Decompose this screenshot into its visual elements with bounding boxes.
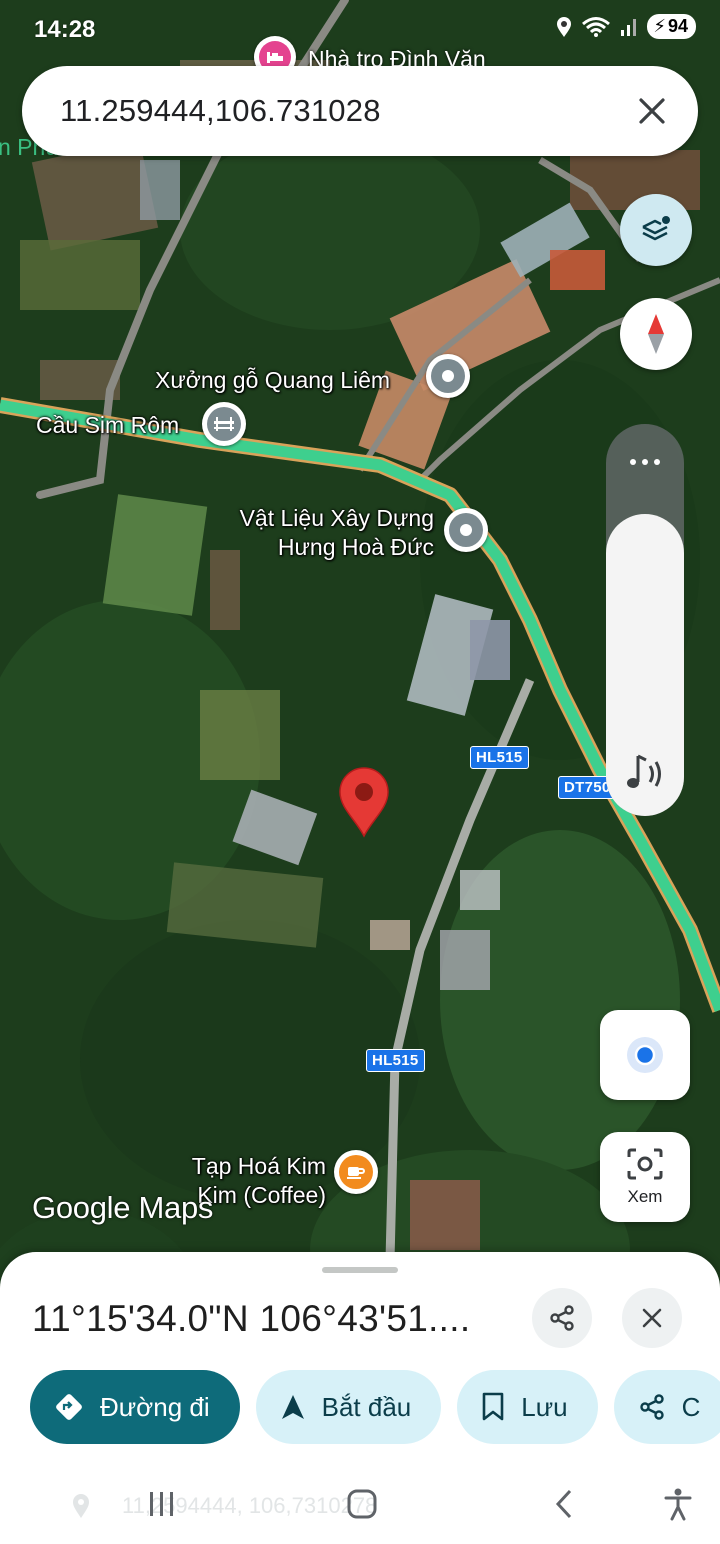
lens-view-button[interactable]: Xem: [600, 1132, 690, 1222]
close-sheet-button[interactable]: [622, 1288, 682, 1348]
search-bar[interactable]: 11.259444,106.731028: [22, 66, 698, 156]
share-icon: [550, 1305, 574, 1331]
recent-apps-icon: [150, 1492, 173, 1516]
navigation-arrow-icon: [281, 1395, 304, 1419]
cafe-poi-icon[interactable]: [334, 1150, 378, 1194]
road-label: HL515: [366, 1049, 425, 1072]
coordinates-title: 11°15'34.0"N 106°43'51....: [32, 1298, 471, 1339]
share-chip-button[interactable]: C: [613, 1370, 720, 1444]
battery-level: 94: [667, 16, 688, 36]
poi-label-cau-sim-rom[interactable]: Cầu Sim Rôm: [36, 411, 179, 440]
home-icon: [347, 1489, 377, 1519]
place-poi-icon[interactable]: [426, 354, 470, 398]
back-icon: [555, 1489, 572, 1519]
view-button-label: Xem: [627, 1187, 663, 1206]
action-chips: Đường đi Bắt đầu Lưu C: [30, 1370, 720, 1444]
directions-button[interactable]: Đường đi: [30, 1370, 240, 1444]
charging-bolt-icon: ⚡: [653, 16, 666, 36]
save-button[interactable]: Lưu: [457, 1370, 598, 1444]
more-horizontal-icon: [630, 459, 660, 465]
status-icons: ⚡ 94: [555, 14, 696, 39]
system-navigation-bar: [0, 1464, 720, 1544]
status-bar: 14:28 ⚡ 94: [0, 0, 720, 62]
recent-apps-button[interactable]: [122, 1464, 202, 1544]
road-label: HL515: [470, 746, 529, 769]
wifi-icon: [582, 16, 611, 37]
share-button[interactable]: [532, 1288, 592, 1348]
poi-label-vat-lieu[interactable]: Vật Liệu Xây Dựng Hưng Hoà Đức: [200, 504, 434, 562]
location-status-icon: [557, 16, 572, 37]
back-button[interactable]: [524, 1464, 604, 1544]
signal-icon: [621, 18, 637, 36]
bridge-poi-icon[interactable]: [202, 402, 246, 446]
directions-label: Đường đi: [100, 1391, 210, 1422]
volume-panel[interactable]: [606, 424, 684, 816]
my-location-icon: [627, 1037, 663, 1073]
layers-icon: [642, 216, 670, 241]
clear-search-button[interactable]: [612, 71, 692, 151]
bookmark-icon: [482, 1392, 504, 1421]
accessibility-icon: [664, 1488, 692, 1521]
layers-button[interactable]: [620, 194, 692, 266]
google-maps-logo: Google Maps: [32, 1190, 214, 1225]
accessibility-button[interactable]: [638, 1464, 718, 1544]
camera-icon: [627, 1148, 663, 1180]
status-time: 14:28: [34, 16, 96, 43]
place-poi-icon[interactable]: [444, 508, 488, 552]
directions-icon: [56, 1394, 82, 1420]
search-query[interactable]: 11.259444,106.731028: [22, 93, 612, 129]
compass-icon: [648, 314, 664, 354]
start-navigation-button[interactable]: Bắt đầu: [255, 1370, 442, 1444]
compass-button[interactable]: [620, 298, 692, 370]
share-label: C: [681, 1391, 701, 1422]
save-label: Lưu: [521, 1391, 568, 1422]
media-volume-icon: [627, 754, 661, 788]
volume-more-button[interactable]: [606, 442, 684, 482]
battery-indicator: ⚡ 94: [647, 14, 696, 39]
home-button[interactable]: [322, 1464, 402, 1544]
my-location-button[interactable]: [600, 1010, 690, 1100]
close-icon: [642, 1308, 662, 1328]
close-icon: [639, 98, 665, 124]
start-label: Bắt đầu: [321, 1391, 412, 1422]
share-icon: [639, 1394, 664, 1420]
poi-label-xuong-go[interactable]: Xưởng gỗ Quang Liêm: [155, 366, 390, 395]
drag-handle[interactable]: [322, 1267, 398, 1273]
